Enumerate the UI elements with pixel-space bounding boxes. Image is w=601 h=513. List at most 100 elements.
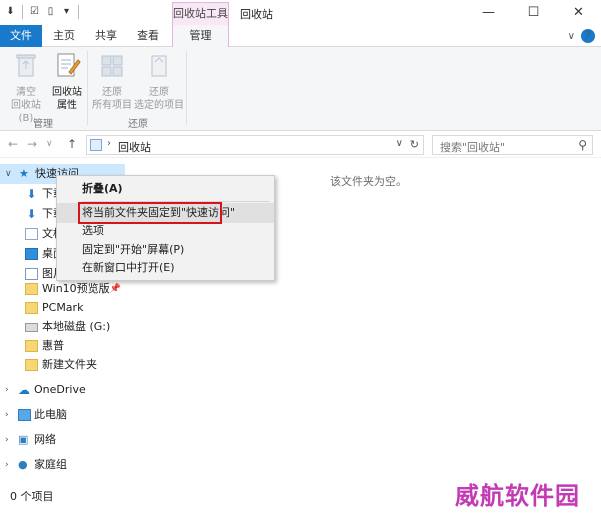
tab-home[interactable]: 主页 [44,25,84,47]
nav-hp[interactable]: 惠普 [0,336,125,356]
folder-icon [25,340,38,352]
breadcrumb-chevron-icon[interactable]: › [107,138,111,149]
address-bar[interactable]: › 回收站 ∨ ↻ [86,135,424,155]
nav-onedrive[interactable]: › ☁ OneDrive [0,380,125,400]
breadcrumb-location[interactable]: 回收站 [118,139,151,155]
nav-local-disk-g[interactable]: 本地磁盘 (G:) [0,317,125,337]
tab-manage[interactable]: 管理 [172,25,229,48]
menu-item-collapse[interactable]: 折叠(A) [57,179,274,199]
restore-all-label-1: 还原 [102,87,122,98]
minimize-button[interactable]: — [466,0,511,24]
address-row: ← → ∨ ↑ › 回收站 ∨ ↻ 搜索"回收站" ⚲ [0,131,601,158]
page-icon[interactable]: ▯ [44,4,57,19]
restore-selected-items-button[interactable]: 还原 选定的项目 [134,50,184,112]
document-icon [25,228,38,240]
drive-icon [25,323,38,332]
recycle-bin-icon [16,54,36,77]
empty-recycle-bin-button[interactable]: 清空 回收站(B) [4,50,48,125]
computer-icon [18,409,31,421]
network-icon: ▣ [18,433,29,446]
ribbon-tabs: 文件 主页 共享 查看 管理 ∨ ? [0,25,601,48]
download-icon: ⬇ [26,187,37,201]
recycle-bin-properties-label-1: 回收站 [52,87,82,98]
menu-item-pin-to-start[interactable]: 固定到"开始"屏幕(P) [57,240,274,260]
recycle-bin-location-icon [90,139,102,151]
collapse-ribbon-icon[interactable]: ∨ [568,31,575,42]
title-bar: ⬇ ☑ ▯ ▾ 回收站工具 回收站 — ☐ ✕ [0,0,601,25]
nav-pcmark[interactable]: PCMark [0,298,125,318]
restore-all-label-2: 所有项目 [92,100,132,111]
cloud-icon: ☁ [18,383,30,397]
homegroup-icon: ● [18,458,28,471]
expand-arrow-icon[interactable]: ∨ [5,164,12,184]
forward-button[interactable]: → [27,137,37,151]
group-label-manage: 管理 [33,119,53,130]
tab-view[interactable]: 查看 [128,25,168,47]
restore-all-icon [101,55,123,77]
group-label-restore: 还原 [128,119,148,130]
empty-folder-message: 该文件夹为空。 [330,175,407,188]
close-button[interactable]: ✕ [556,0,601,24]
desktop-icon [25,248,38,260]
expand-arrow-icon[interactable]: › [5,455,9,475]
ribbon-group-separator [186,51,187,125]
folder-icon [25,359,38,371]
restore-selected-icon [151,55,167,77]
menu-item-open-new-window[interactable]: 在新窗口中打开(E) [57,258,274,278]
refresh-button[interactable]: ↻ [410,138,419,151]
nav-new-folder[interactable]: 新建文件夹 [0,355,125,375]
back-button[interactable]: ← [8,137,18,151]
nav-label: 惠普 [42,339,64,352]
restore-selected-label-2: 选定的项目 [134,100,184,111]
nav-win10-preview[interactable]: Win10预览版 📌 [0,279,125,299]
tab-file[interactable]: 文件 [0,25,42,47]
empty-recycle-bin-label-1: 清空 [16,87,36,98]
ribbon-group-separator [87,51,88,125]
qat-separator [22,4,23,19]
expand-arrow-icon[interactable]: › [5,380,9,400]
qat-dropdown-icon[interactable]: ▾ [60,4,73,19]
recycle-bin-properties-label-2: 属性 [57,100,77,111]
maximize-button[interactable]: ☐ [511,0,556,24]
item-count: 0 个项目 [10,490,54,503]
recycle-bin-properties-button[interactable]: 回收站 属性 [50,50,84,112]
nav-label: PCMark [42,301,84,314]
qat-separator [78,4,79,19]
up-button[interactable]: ↑ [67,137,77,151]
ribbon-right-controls: ∨ ? [568,29,595,43]
down-arrow-icon[interactable]: ⬇ [4,4,17,19]
tab-share[interactable]: 共享 [86,25,126,47]
search-placeholder: 搜索"回收站" [440,141,506,154]
recent-locations-button[interactable]: ∨ [46,139,53,149]
nav-label: 本地磁盘 (G:) [42,320,111,333]
search-box[interactable]: 搜索"回收站" ⚲ [432,135,593,155]
quick-access-toolbar: ⬇ ☑ ▯ ▾ [4,4,81,19]
nav-this-pc[interactable]: › 此电脑 [0,405,125,425]
pin-icon[interactable]: 📌 [110,279,121,299]
expand-arrow-icon[interactable]: › [5,405,9,425]
expand-arrow-icon[interactable]: › [5,430,9,450]
menu-item-options[interactable]: 选项 [57,221,274,241]
folder-icon [25,283,38,295]
restore-selected-label-1: 还原 [149,87,169,98]
nav-label: 新建文件夹 [42,358,97,371]
nav-label: Win10预览版 [42,282,110,295]
window-title: 回收站 [240,8,273,21]
help-icon[interactable]: ? [581,29,595,43]
search-icon[interactable]: ⚲ [578,138,587,152]
check-icon[interactable]: ☑ [28,4,41,19]
nav-label: 网络 [34,433,56,446]
watermark: 威航软件园 [455,481,580,510]
star-icon: ★ [19,167,29,180]
properties-icon [57,53,81,77]
address-dropdown-icon[interactable]: ∨ [396,138,403,149]
context-menu: 折叠(A) 将当前文件夹固定到"快速访问" 选项 固定到"开始"屏幕(P) 在新… [56,175,275,281]
nav-label: 家庭组 [34,458,67,471]
folder-icon [25,302,38,314]
nav-homegroup[interactable]: › ● 家庭组 [0,455,125,475]
restore-all-items-button[interactable]: 还原 所有项目 [90,50,134,112]
download-icon: ⬇ [26,207,37,221]
recycle-bin-tools-context-tab: 回收站工具 [172,2,229,25]
ribbon-panel: 清空 回收站(B) 回收站 属性 还原 所有项目 还原 选定的项目 管理 还原 [0,47,601,131]
nav-network[interactable]: › ▣ 网络 [0,430,125,450]
